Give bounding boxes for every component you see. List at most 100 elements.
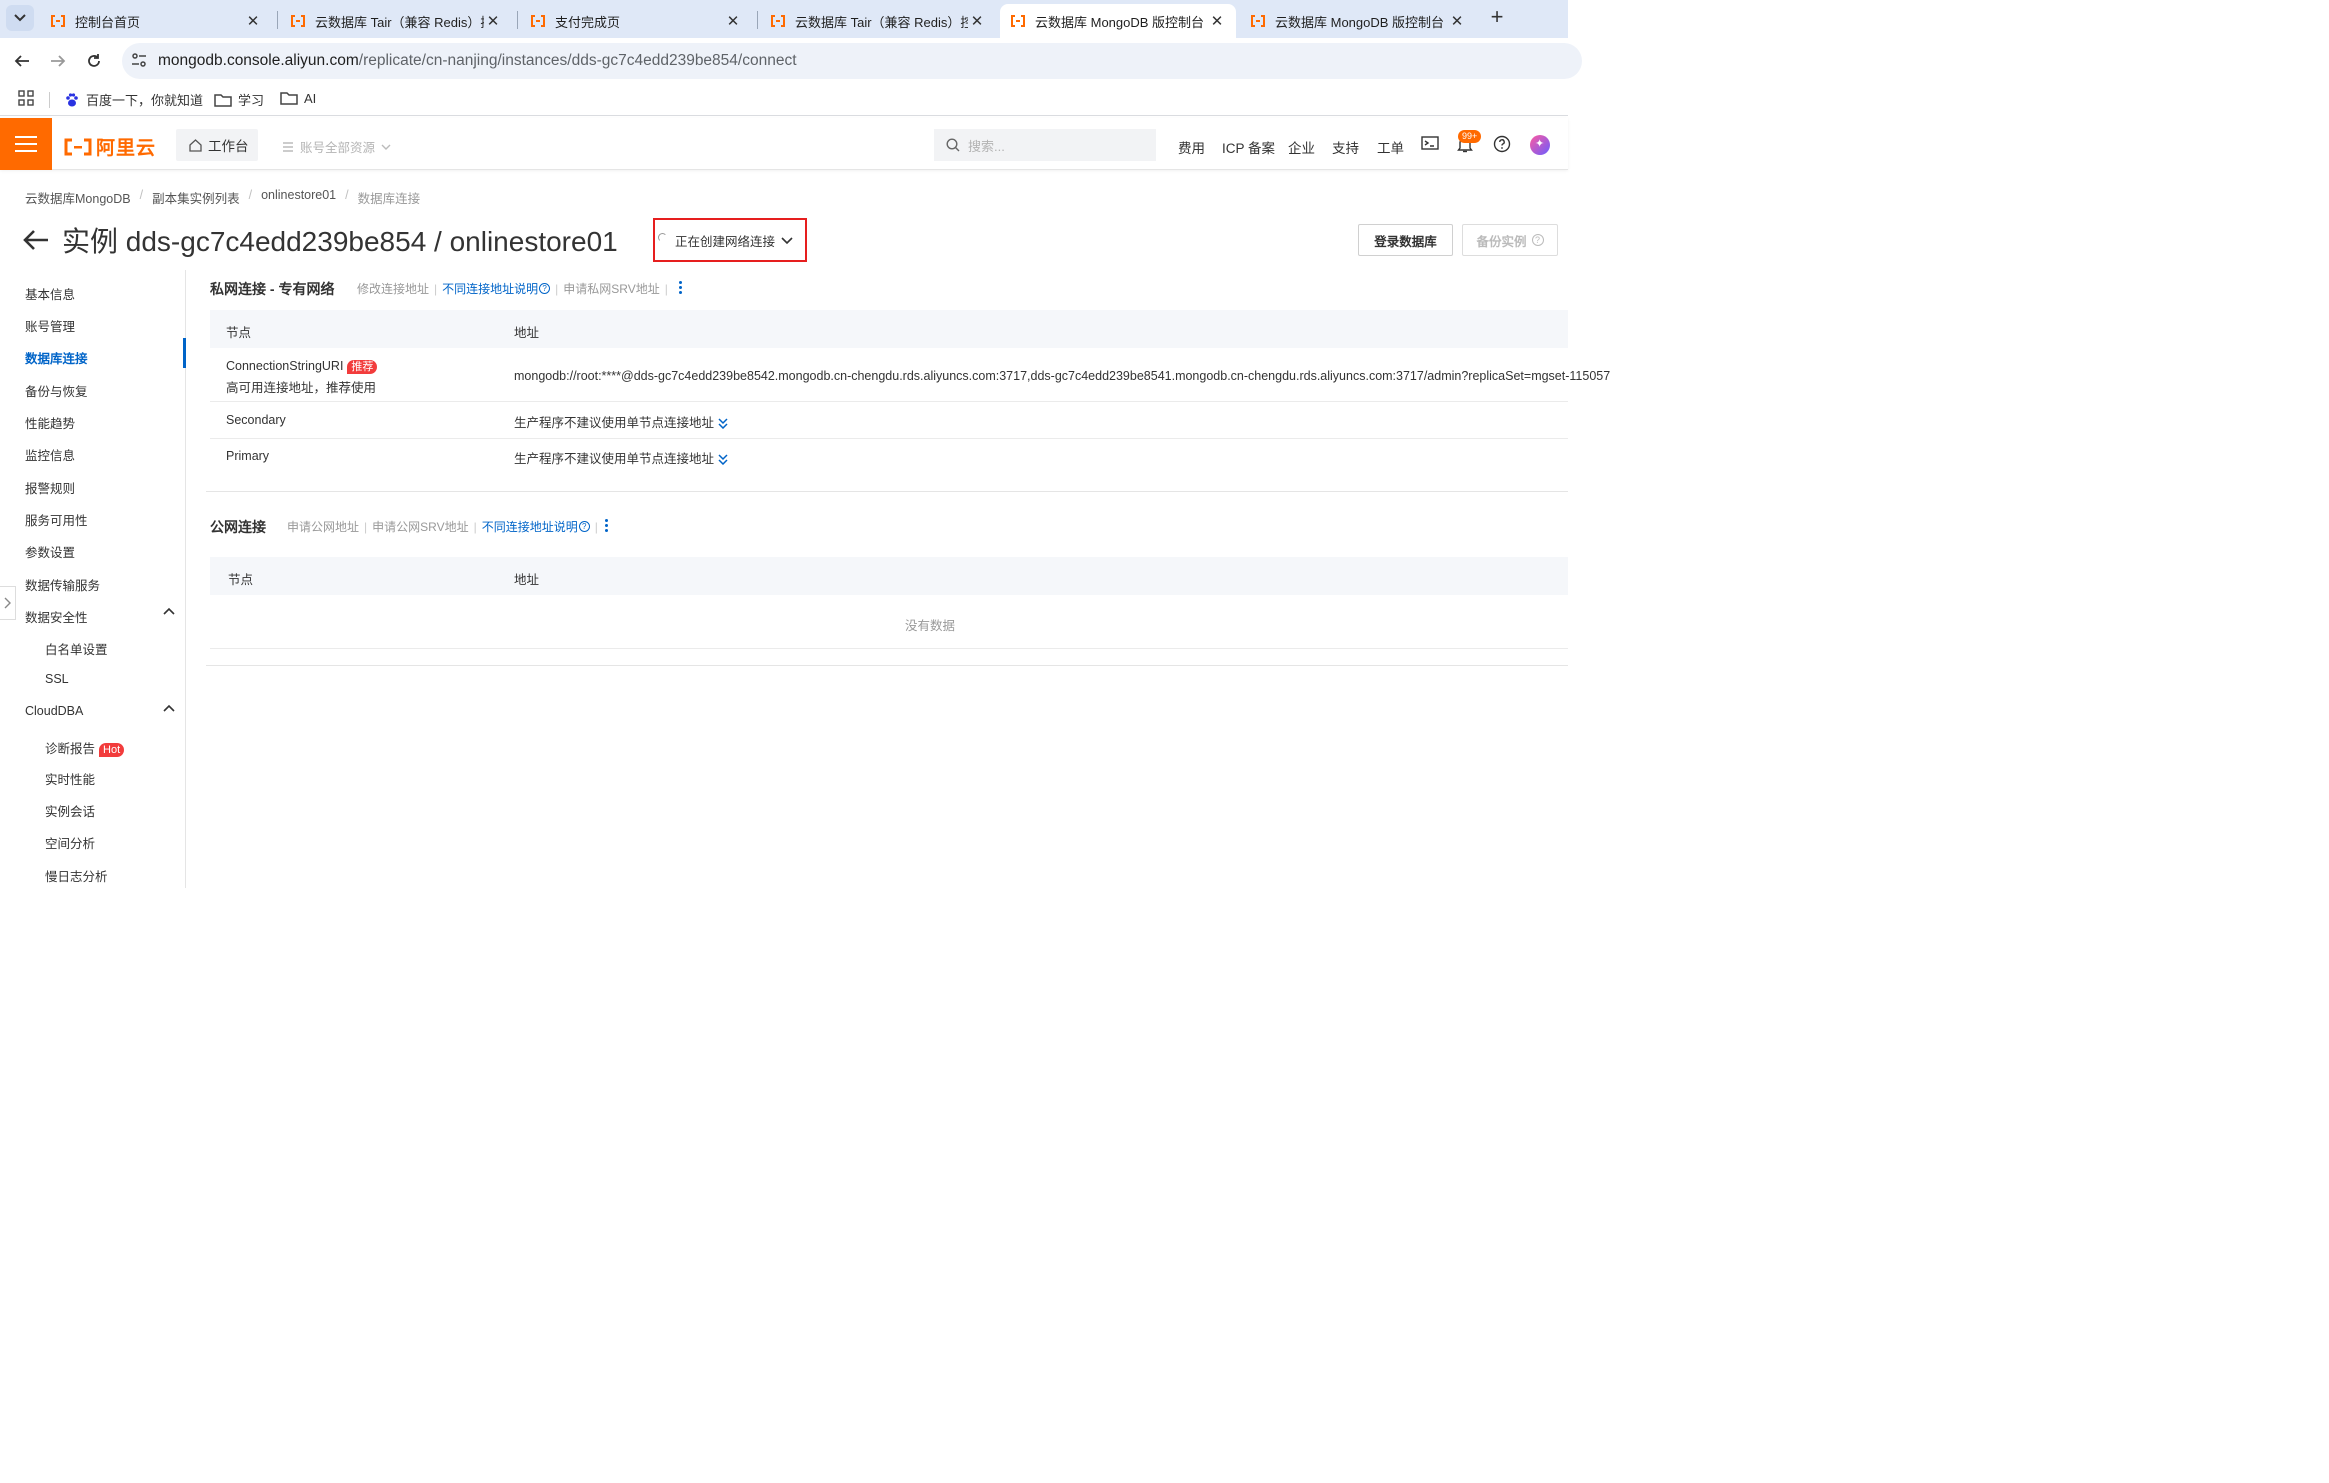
new-tab-button[interactable]: + [1485,6,1509,30]
help-icon[interactable]: ? [539,283,551,294]
chevron-up-icon[interactable] [163,607,175,615]
site-settings-icon[interactable] [130,51,148,69]
node-address-toggle[interactable]: 生产程序不建议使用单节点连接地址 [514,412,728,431]
bookmark-folder-study[interactable]: 学习 [214,90,264,109]
more-actions-icon[interactable] [679,281,683,296]
nav-backup-restore[interactable]: 备份与恢复 [25,381,88,400]
sidenav-collapse-button[interactable] [0,586,16,620]
table-row: Primary 生产程序不建议使用单节点连接地址 [210,439,1568,476]
nav-sessions[interactable]: 实例会话 [45,801,95,820]
resource-group-selector[interactable]: 账号全部资源 [282,137,397,156]
nav-enterprise[interactable]: 企业 [1288,137,1315,157]
nav-tickets[interactable]: 工单 [1377,137,1404,157]
aliyun-favicon-icon [771,15,785,27]
close-icon[interactable]: ✕ [244,12,262,30]
nav-basic-info[interactable]: 基本信息 [25,284,75,303]
node-name: ConnectionStringURI 推荐 [226,359,378,374]
nav-icp[interactable]: ICP 备案 [1222,137,1275,157]
nav-space-analysis[interactable]: 空间分析 [45,833,95,852]
instance-status-dropdown[interactable]: 正在创建网络连接 [653,218,807,262]
terminal-icon[interactable] [1421,135,1439,151]
close-icon[interactable]: ✕ [484,12,502,30]
chevron-up-icon[interactable] [163,704,175,712]
node-name-text: ConnectionStringURI [226,359,344,373]
user-avatar[interactable] [1530,135,1550,155]
address-bar[interactable]: mongodb.console.aliyun.com/replicate/cn-… [122,43,1582,79]
modify-address-link[interactable]: 修改连接地址 [357,280,429,297]
nav-performance[interactable]: 性能趋势 [25,413,75,432]
nav-ssl[interactable]: SSL [45,672,69,686]
nav-availability[interactable]: 服务可用性 [25,510,88,529]
recommended-badge: 推荐 [347,360,378,374]
nav-db-connection[interactable]: 数据库连接 [25,348,88,367]
nav-whitelist[interactable]: 白名单设置 [45,639,108,658]
aliyun-favicon-icon [1251,15,1265,27]
close-icon[interactable]: ✕ [1208,12,1226,30]
nav-diagnosis-report[interactable]: 诊断报告 Hot [45,738,125,757]
breadcrumb-separator: / [139,188,144,202]
browser-tab[interactable]: 云数据库 Tair（兼容 Redis）控 ✕ [280,4,512,38]
nav-support[interactable]: 支持 [1332,137,1359,157]
bookmark-baidu[interactable]: 百度一下，你就知道 [64,90,203,109]
apps-button[interactable] [18,90,40,106]
address-explain-link[interactable]: 不同连接地址说明 [442,280,538,297]
login-database-button[interactable]: 登录数据库 [1358,224,1453,256]
aliyun-favicon-icon [291,15,305,27]
arrow-left-icon[interactable] [22,229,50,251]
tab-search-button[interactable] [6,5,34,31]
breadcrumb-separator: / [248,188,253,202]
section-divider [206,665,1568,666]
nav-realtime-perf[interactable]: 实时性能 [45,769,95,788]
nav-dts[interactable]: 数据传输服务 [25,575,100,594]
workbench-button[interactable]: 工作台 [176,129,258,161]
nav-monitoring[interactable]: 监控信息 [25,445,75,464]
nav-accounts[interactable]: 账号管理 [25,316,75,335]
browser-tab-active[interactable]: 云数据库 MongoDB 版控制台 ✕ [1000,4,1236,38]
apply-public-srv-link[interactable]: 申请公网SRV地址 [372,518,468,535]
apply-public-address-link[interactable]: 申请公网地址 [287,518,359,535]
loading-spinner-icon [658,232,667,242]
help-icon[interactable] [1493,135,1511,153]
link-divider: | [555,281,559,296]
breadcrumb-item[interactable]: 副本集实例列表 [152,188,240,207]
browser-tab[interactable]: 云数据库 Tair（兼容 Redis）控 ✕ [760,4,996,38]
table-row: ConnectionStringURI 推荐 高可用连接地址，推荐使用 mongo… [210,348,1610,402]
aliyun-favicon-icon [531,15,545,27]
nav-group-security[interactable]: 数据安全性 [25,607,88,626]
tab-title: 云数据库 Tair（兼容 Redis）控 [315,14,484,30]
more-actions-icon[interactable] [605,519,609,534]
browser-tab[interactable]: 支付完成页 ✕ [520,4,752,38]
menu-button[interactable] [0,118,52,170]
breadcrumb-item[interactable]: onlinestore01 [261,188,336,207]
resource-group-label: 账号全部资源 [300,141,376,155]
search-input[interactable]: 搜索... [934,129,1156,161]
private-table-header: 节点 地址 [210,310,1568,348]
back-button[interactable] [10,49,34,73]
close-icon[interactable]: ✕ [968,12,986,30]
aliyun-favicon-icon [51,15,65,27]
nav-fees[interactable]: 费用 [1178,137,1205,157]
nav-parameters[interactable]: 参数设置 [25,542,75,561]
tab-title: 云数据库 MongoDB 版控制台 [1275,14,1445,30]
help-icon[interactable]: ? [578,521,590,532]
notification-badge: 99+ [1458,130,1482,143]
address-explain-link[interactable]: 不同连接地址说明 [482,518,578,535]
bookmark-folder-ai[interactable]: AI [280,90,316,106]
close-icon[interactable]: ✕ [1448,12,1466,30]
node-address-toggle[interactable]: 生产程序不建议使用单节点连接地址 [514,448,728,467]
connection-string[interactable]: mongodb://root:****@dds-gc7c4edd239be854… [514,369,1610,383]
apply-private-srv-link[interactable]: 申请私网SRV地址 [563,280,659,297]
aliyun-logo[interactable]: 阿里云 [64,133,156,160]
nav-alert-rules[interactable]: 报警规则 [25,478,75,497]
help-icon: ? [1531,234,1544,246]
close-icon[interactable]: ✕ [724,12,742,30]
nav-slow-log[interactable]: 慢日志分析 [45,866,108,885]
private-section-title: 私网连接 - 专有网络 [210,281,335,297]
browser-tab[interactable]: 云数据库 MongoDB 版控制台 ✕ [1240,4,1476,38]
reload-button[interactable] [82,49,106,73]
nav-group-clouddba[interactable]: CloudDBA [25,704,83,718]
breadcrumb-item[interactable]: 云数据库MongoDB [25,188,131,207]
backup-instance-button[interactable]: 备份实例? [1462,224,1558,256]
browser-tab[interactable]: 控制台首页 ✕ [40,4,272,38]
forward-button[interactable] [46,49,70,73]
